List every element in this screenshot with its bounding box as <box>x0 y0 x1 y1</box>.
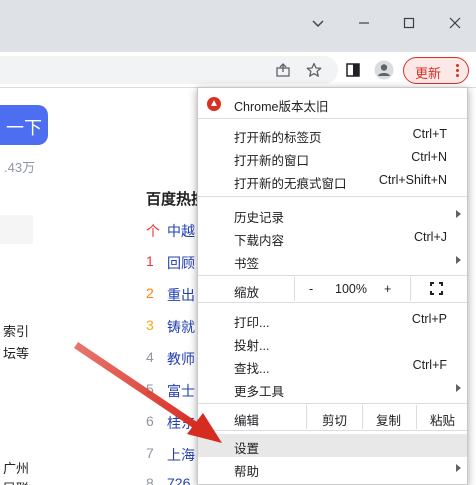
submenu-arrow-icon <box>456 384 461 392</box>
menu-divider <box>362 405 363 429</box>
copy-button[interactable]: 复制 <box>376 410 401 429</box>
zoom-level: 100% <box>335 282 367 296</box>
left-text[interactable]: 广州 <box>3 458 29 477</box>
hot-item-link[interactable]: 富士 <box>167 381 195 401</box>
side-panel-icon[interactable] <box>341 58 365 82</box>
menu-item-shortcut: Ctrl+T <box>412 127 447 141</box>
menu-item-label: 缩放 <box>234 286 260 300</box>
menu-item-incognito[interactable]: 打开新的无痕式窗口 Ctrl+Shift+N <box>198 169 467 192</box>
hot-rank: 5 <box>146 381 154 397</box>
menu-divider <box>198 196 467 197</box>
hot-item-link[interactable]: 回顾 <box>167 253 195 273</box>
menu-item-edit: 编辑 剪切 复制 粘贴 <box>198 405 467 429</box>
menu-item-bookmarks[interactable]: 书签 <box>198 249 467 272</box>
menu-item-label: 编辑 <box>234 414 260 428</box>
hot-rank: 个 <box>146 223 160 239</box>
menu-item-label: 打开新的窗口 <box>234 154 310 168</box>
hot-item-link[interactable]: 教师 <box>167 349 195 369</box>
fullscreen-icon[interactable] <box>430 282 443 295</box>
menu-divider <box>410 277 411 301</box>
minimize-icon[interactable] <box>349 8 379 38</box>
paste-button[interactable]: 粘贴 <box>430 410 455 429</box>
menu-item-downloads[interactable]: 下载内容 Ctrl+J <box>198 226 467 249</box>
star-icon[interactable] <box>302 58 326 82</box>
left-text[interactable]: 索引 <box>3 321 29 340</box>
menu-item-history[interactable]: 历史记录 <box>198 203 467 226</box>
menu-item-new-tab[interactable]: 打开新的标签页 Ctrl+T <box>198 123 467 146</box>
update-button[interactable]: 更新 <box>403 57 469 84</box>
menu-item-label: 设置 <box>234 442 260 456</box>
hot-item-link[interactable]: 铸就 <box>167 317 195 337</box>
hot-rank: 2 <box>146 285 154 301</box>
menu-item-zoom: 缩放 - 100% + <box>198 277 467 301</box>
zoom-out-button[interactable]: - <box>309 282 313 296</box>
menu-item-shortcut: Ctrl+F <box>412 358 447 372</box>
hot-item-link[interactable]: 桂东 <box>167 413 195 433</box>
stat-text: .43万 <box>4 160 36 175</box>
search-button[interactable]: 一下 <box>0 105 48 145</box>
zoom-in-button[interactable]: + <box>384 282 391 296</box>
menu-item-settings[interactable]: 设置 <box>198 434 467 457</box>
menu-divider <box>416 405 417 429</box>
chrome-main-menu: Chrome版本太旧 打开新的标签页 Ctrl+T 打开新的窗口 Ctrl+N … <box>197 87 468 485</box>
submenu-arrow-icon <box>456 464 461 472</box>
left-text[interactable]: 民联 <box>3 478 29 485</box>
profile-icon[interactable] <box>372 58 396 82</box>
menu-item-shortcut: Ctrl+N <box>411 150 447 164</box>
hot-item-link[interactable]: 重出 <box>167 285 195 305</box>
submenu-arrow-icon <box>456 256 461 264</box>
menu-item-update-notice[interactable]: Chrome版本太旧 <box>198 90 467 116</box>
menu-item-label: 书签 <box>234 257 260 271</box>
hot-rank: 6 <box>146 413 154 429</box>
hot-rank: 7 <box>146 445 154 461</box>
hot-rank: 4 <box>146 349 154 365</box>
cut-button[interactable]: 剪切 <box>322 410 347 429</box>
hot-rank: 3 <box>146 317 154 333</box>
hot-item-link[interactable]: 726 <box>167 475 190 485</box>
menu-item-label: 打开新的标签页 <box>234 131 322 145</box>
hot-item-link[interactable]: 中越 <box>167 221 195 241</box>
menu-item-shortcut: Ctrl+Shift+N <box>378 173 447 187</box>
left-text[interactable]: 坛等 <box>3 343 29 362</box>
search-button-label: 一下 <box>6 118 42 138</box>
menu-divider <box>198 430 467 431</box>
menu-divider <box>306 405 307 429</box>
menu-item-label: 更多工具 <box>234 385 285 399</box>
menu-divider <box>294 277 295 301</box>
menu-item-shortcut: Ctrl+P <box>411 312 447 326</box>
menu-item-label: 打印... <box>234 316 270 330</box>
menu-item-label: Chrome版本太旧 <box>234 100 329 114</box>
maximize-icon[interactable] <box>394 8 424 38</box>
share-icon[interactable] <box>271 58 295 82</box>
update-warning-icon <box>207 97 221 111</box>
submenu-arrow-icon <box>456 210 461 218</box>
menu-item-label: 历史记录 <box>234 211 285 225</box>
hot-item-link[interactable]: 上海 <box>167 445 195 465</box>
menu-item-cast[interactable]: 投射... <box>198 331 467 354</box>
gray-block <box>0 215 33 244</box>
close-icon[interactable] <box>440 8 470 38</box>
menu-item-help[interactable]: 帮助 <box>198 457 467 480</box>
update-button-label: 更新 <box>415 66 442 81</box>
menu-divider <box>198 118 467 119</box>
hot-rank: 1 <box>146 253 154 269</box>
menu-item-new-window[interactable]: 打开新的窗口 Ctrl+N <box>198 146 467 169</box>
menu-item-label: 投射... <box>234 339 270 353</box>
menu-item-shortcut: Ctrl+J <box>414 230 447 244</box>
menu-item-label: 下载内容 <box>234 234 285 248</box>
hot-rank: 8 <box>146 475 154 485</box>
title-bar <box>0 0 476 52</box>
menu-item-print[interactable]: 打印... Ctrl+P <box>198 308 467 331</box>
menu-divider <box>198 403 467 404</box>
menu-divider <box>198 275 467 276</box>
tab-search-chevron-down-icon[interactable] <box>303 8 333 38</box>
menu-item-label: 查找... <box>234 362 270 376</box>
menu-item-find[interactable]: 查找... Ctrl+F <box>198 354 467 377</box>
menu-item-label: 帮助 <box>234 465 260 479</box>
menu-item-more-tools[interactable]: 更多工具 <box>198 377 467 400</box>
menu-item-label: 打开新的无痕式窗口 <box>234 177 347 191</box>
menu-divider <box>198 302 467 303</box>
kebab-menu-icon[interactable] <box>451 63 463 79</box>
browser-toolbar: 更新 <box>0 52 476 88</box>
